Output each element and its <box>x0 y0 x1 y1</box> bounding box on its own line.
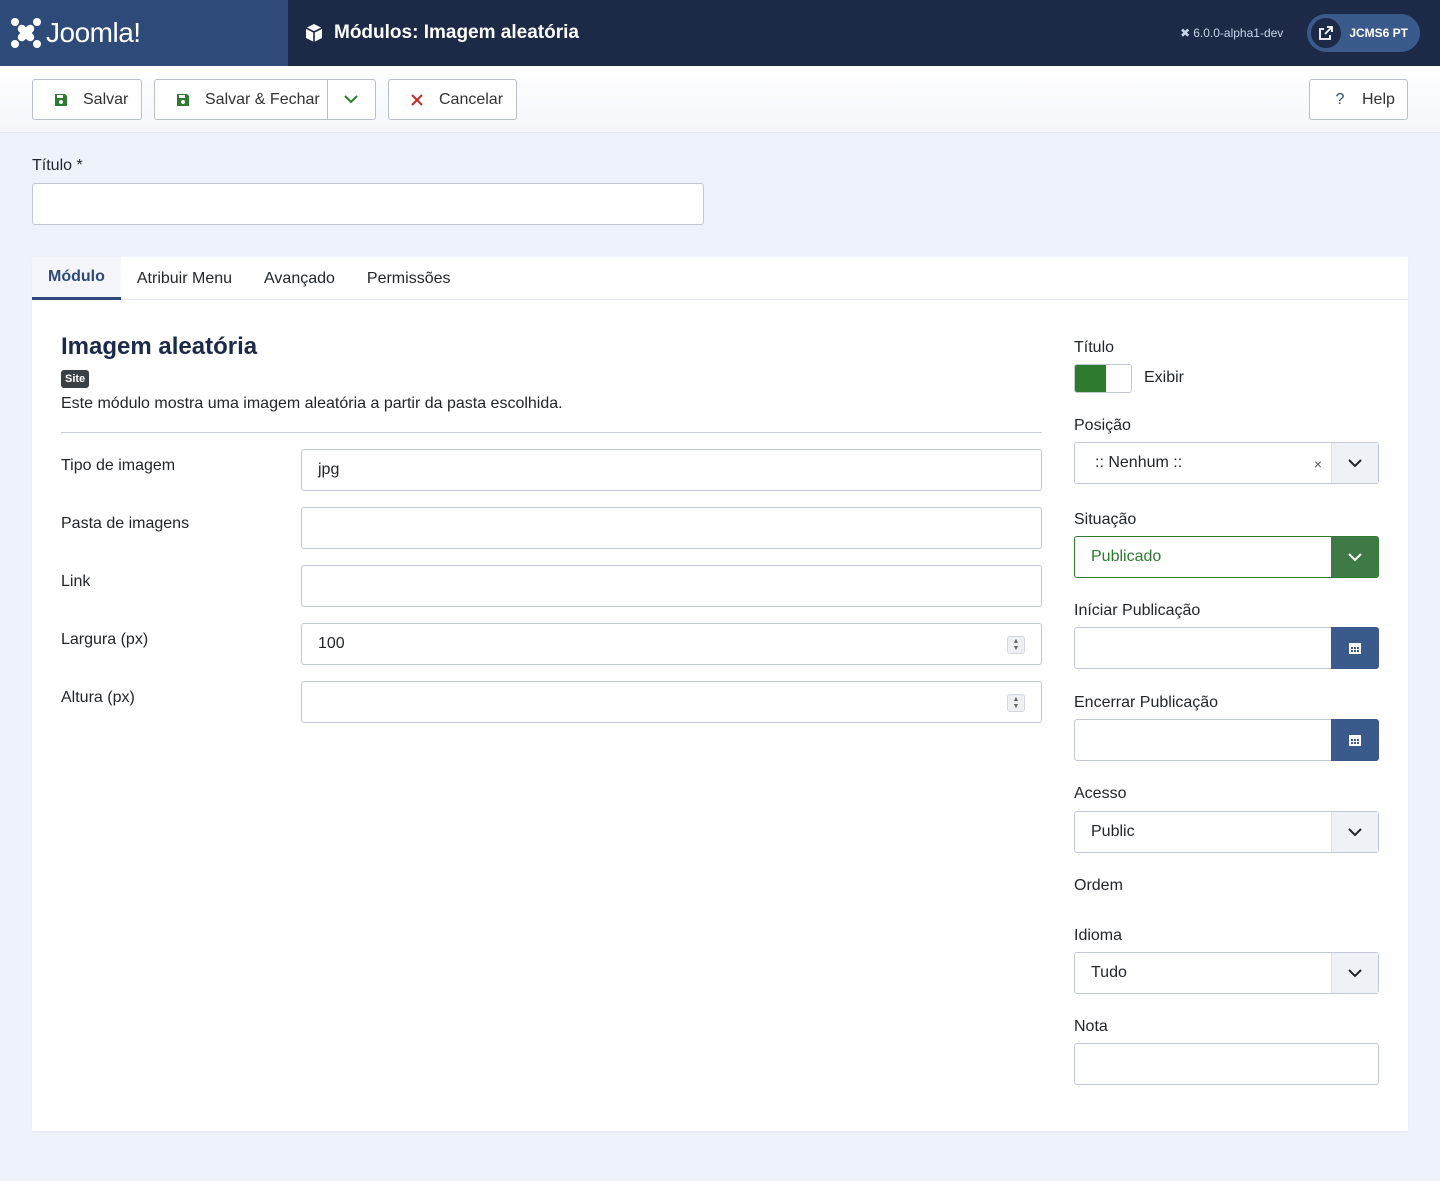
ordering-label: Ordem <box>1074 877 1123 894</box>
module-edit-card: Módulo Atribuir Menu Avançado Permissões… <box>32 257 1408 1131</box>
logo-text: Joomla! <box>46 17 141 48</box>
site-name: JCMS6 PT <box>1349 26 1408 40</box>
image-folder-label: Pasta de imagens <box>61 515 190 532</box>
image-type-value: jpg <box>318 461 340 478</box>
image-type-input[interactable]: jpg <box>301 449 1042 491</box>
position-value: :: Nenhum :: <box>1095 454 1183 471</box>
close-icon <box>407 90 427 110</box>
site-badge: Site <box>61 370 90 388</box>
show-title-state: Exibir <box>1144 369 1185 386</box>
tab-permissions[interactable]: Permissões <box>351 257 467 300</box>
toolbar: Salvar Salvar & Fechar Cancelar ? Help <box>0 66 1440 133</box>
chevron-down-icon <box>1331 812 1378 852</box>
access-label: Acesso <box>1074 785 1127 802</box>
position-select[interactable]: :: Nenhum :: × <box>1074 442 1379 484</box>
question-icon: ? <box>1335 90 1345 108</box>
floppy-disk-icon <box>173 90 193 110</box>
tab-menu-assignment[interactable]: Atribuir Menu <box>121 257 248 300</box>
position-label: Posição <box>1074 417 1131 434</box>
save-close-label: Salvar & Fechar <box>205 90 320 108</box>
publish-up-input[interactable] <box>1074 627 1379 669</box>
title-input[interactable] <box>32 183 704 225</box>
save-button[interactable]: Salvar <box>32 79 142 120</box>
save-label: Salvar <box>83 90 129 108</box>
toggle-on-indicator <box>1075 365 1106 392</box>
save-close-button[interactable]: Salvar & Fechar <box>154 79 376 120</box>
number-spinner[interactable]: ▲ ▼ <box>1007 636 1025 654</box>
calendar-button[interactable] <box>1331 719 1379 761</box>
calendar-icon <box>1349 735 1361 746</box>
chevron-down-icon <box>1331 537 1378 577</box>
floppy-disk-icon <box>51 90 71 110</box>
note-label: Nota <box>1074 1018 1108 1035</box>
width-label: Largura (px) <box>61 631 149 648</box>
show-title-toggle[interactable] <box>1074 364 1132 393</box>
tab-advanced[interactable]: Avançado <box>248 257 351 300</box>
tab-module[interactable]: Módulo <box>32 257 121 300</box>
status-select[interactable]: Publicado <box>1074 536 1379 578</box>
chevron-down-icon <box>1331 443 1378 483</box>
show-title-label: Título <box>1074 339 1115 356</box>
height-input[interactable]: ▲ ▼ <box>301 681 1042 723</box>
publish-down-input[interactable] <box>1074 719 1379 761</box>
number-spinner[interactable]: ▲ ▼ <box>1007 694 1025 712</box>
cancel-label: Cancelar <box>439 90 504 108</box>
calendar-icon <box>1349 643 1361 654</box>
note-input[interactable] <box>1074 1043 1379 1085</box>
language-label: Idioma <box>1074 927 1123 944</box>
help-label: Help <box>1362 90 1395 108</box>
width-input[interactable]: 100 ▲ ▼ <box>301 623 1042 665</box>
top-header: Joomla! Módulos: Imagem aleatória ✖ 6.0.… <box>0 0 1440 66</box>
language-value: Tudo <box>1091 964 1127 981</box>
language-select[interactable]: Tudo <box>1074 952 1379 994</box>
save-options-dropdown-toggle[interactable] <box>327 80 375 119</box>
tab-bar: Módulo Atribuir Menu Avançado Permissões <box>32 257 1408 300</box>
image-folder-input[interactable] <box>301 507 1042 549</box>
module-heading: Imagem aleatória <box>61 333 258 360</box>
title-label: Título * <box>32 157 83 174</box>
joomla-logo[interactable]: Joomla! <box>0 0 288 66</box>
publish-down-label: Encerrar Publicação <box>1074 694 1219 711</box>
module-description: Este módulo mostra uma imagem aleatória … <box>61 395 563 412</box>
width-value: 100 <box>318 635 345 652</box>
access-select[interactable]: Public <box>1074 811 1379 853</box>
access-value: Public <box>1091 823 1135 840</box>
calendar-button[interactable] <box>1331 627 1379 669</box>
status-label: Situação <box>1074 511 1137 528</box>
height-label: Altura (px) <box>61 689 135 706</box>
divider <box>61 432 1042 433</box>
publish-up-label: Iníciar Publicação <box>1074 602 1201 619</box>
help-button[interactable]: ? Help <box>1309 79 1408 120</box>
clear-icon[interactable]: × <box>1314 456 1322 472</box>
page-title: Módulos: Imagem aleatória <box>304 22 579 44</box>
version-text: 6.0.0-alpha1-dev <box>1193 26 1284 40</box>
cancel-button[interactable]: Cancelar <box>388 79 517 120</box>
site-link-button[interactable]: JCMS6 PT <box>1307 14 1420 52</box>
page-title-text: Módulos: Imagem aleatória <box>334 22 579 43</box>
chevron-down-icon <box>1331 953 1378 993</box>
external-link-icon <box>1311 18 1342 48</box>
version-info: ✖ 6.0.0-alpha1-dev <box>1180 26 1283 40</box>
link-input[interactable] <box>301 565 1042 607</box>
status-value: Publicado <box>1091 548 1162 565</box>
chevron-down-icon <box>344 95 358 104</box>
link-label: Link <box>61 573 91 590</box>
joomla-logo-icon <box>11 18 41 48</box>
joomla-small-icon: ✖ <box>1180 26 1191 40</box>
image-type-label: Tipo de imagem <box>61 457 176 474</box>
cube-icon <box>305 24 323 42</box>
